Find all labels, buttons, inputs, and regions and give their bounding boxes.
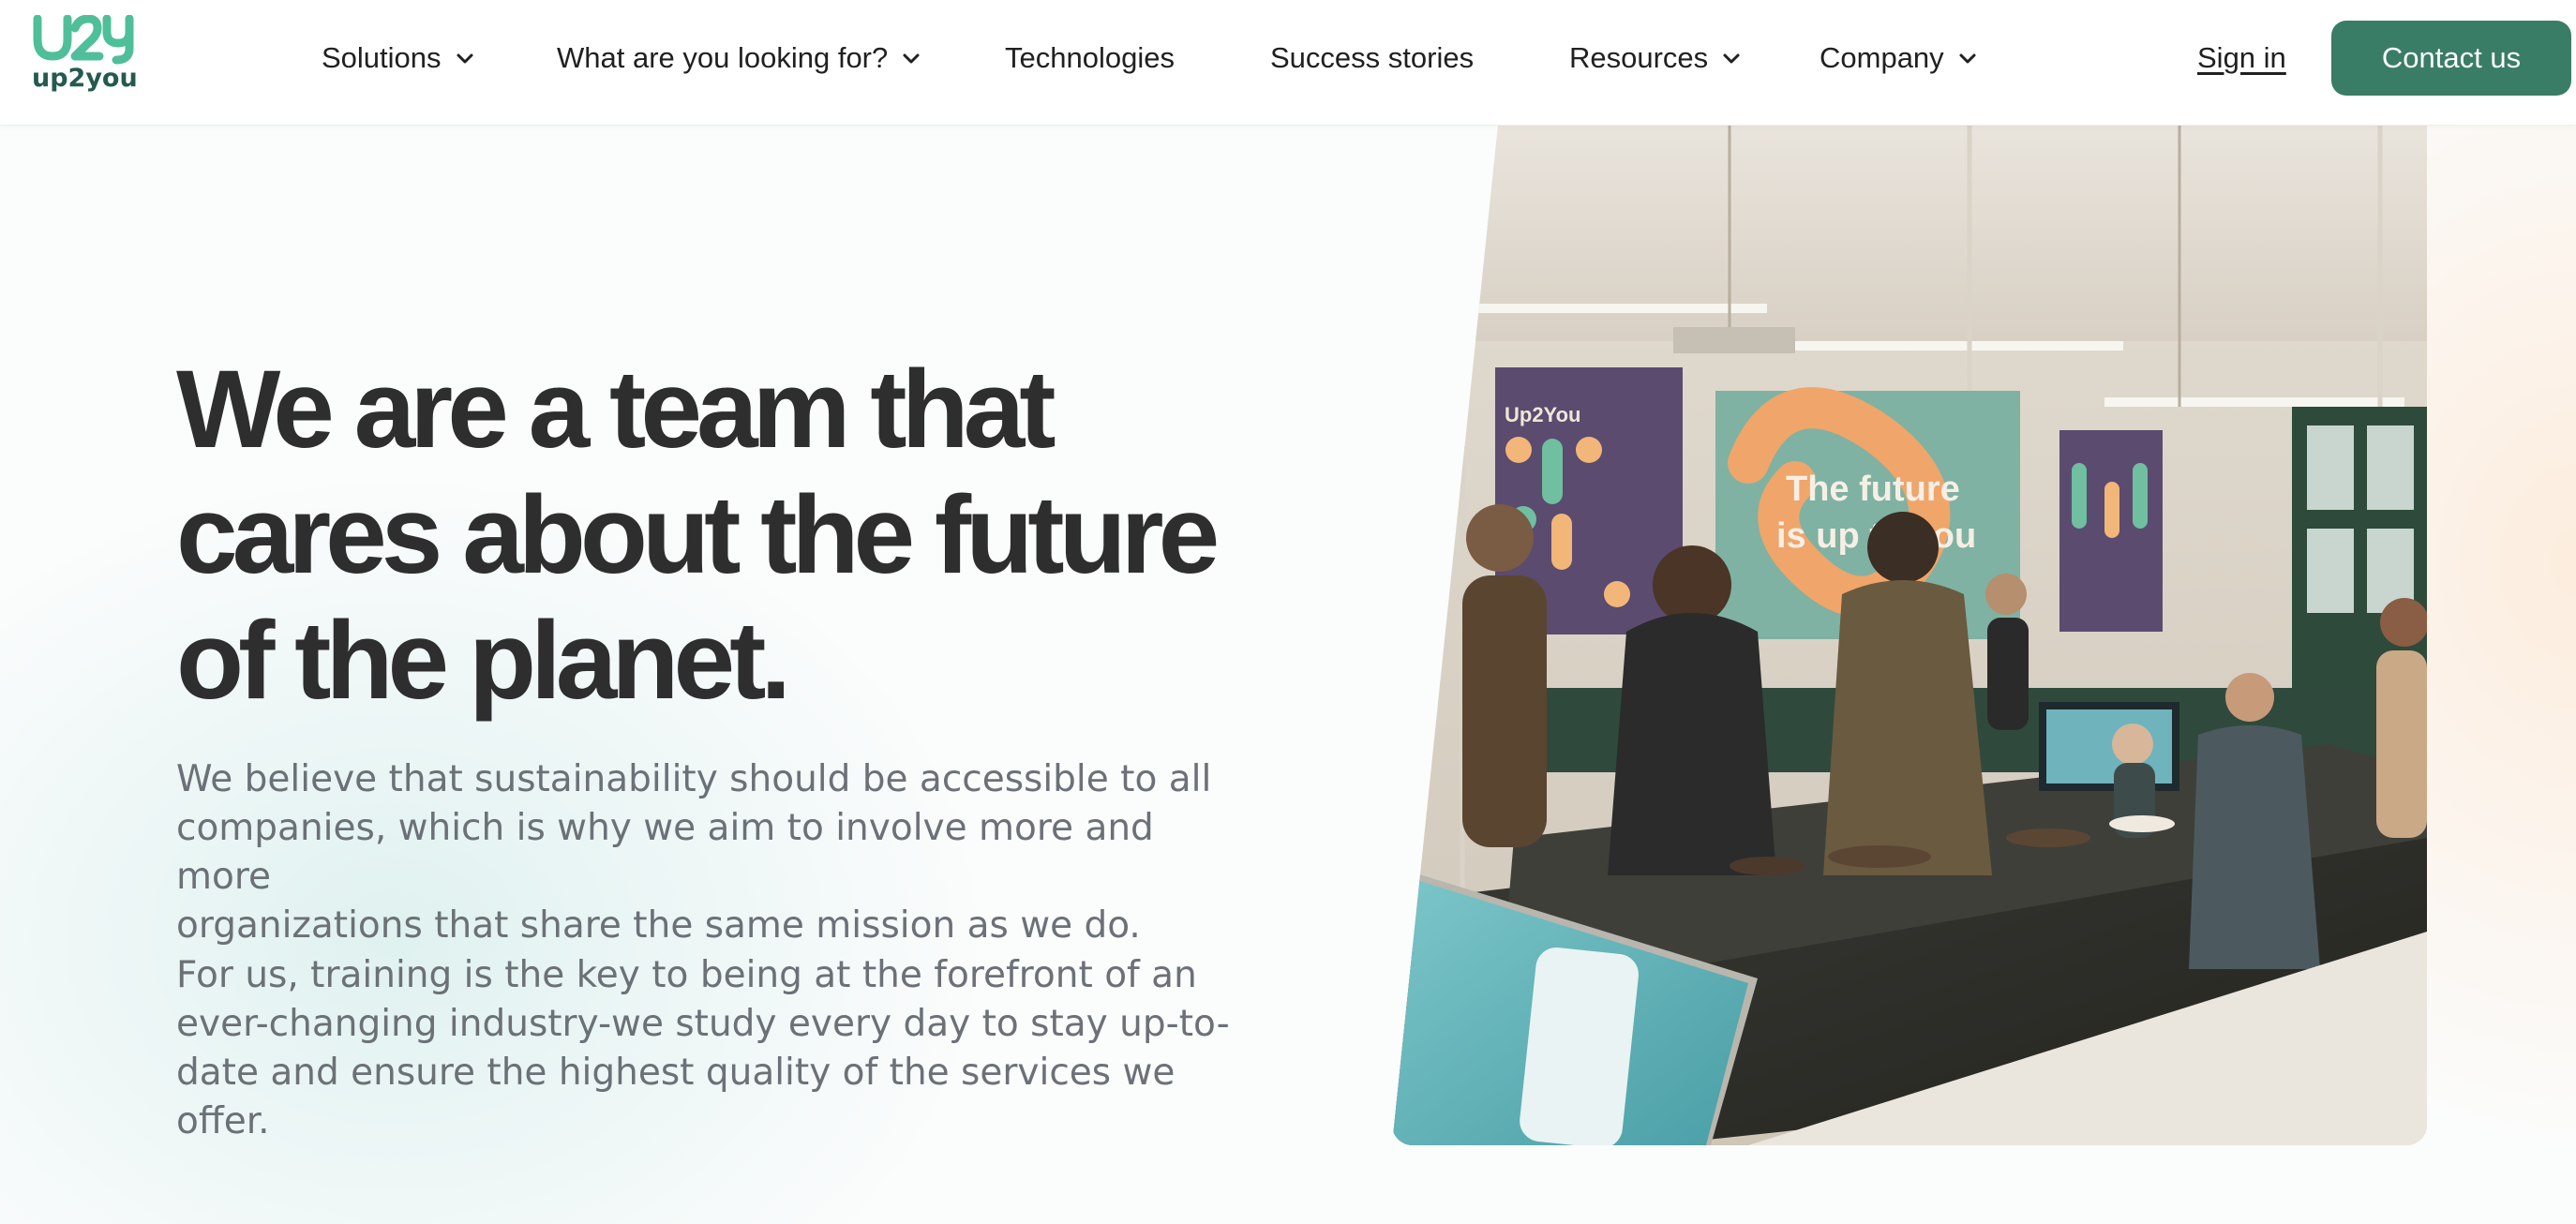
top-navbar: up2you Solutions What are you looking fo… <box>0 0 2576 126</box>
nav-item-technologies[interactable]: Technologies <box>1005 37 1175 79</box>
paragraph-line: offer. <box>176 1100 270 1142</box>
paragraph-line: For us, training is the key to being at … <box>176 954 1197 996</box>
poster-slogan-line: The future <box>1786 470 1960 509</box>
chevron-down-icon <box>1959 53 1976 64</box>
nav-item-label: Solutions <box>322 41 442 74</box>
headline-line: We are a team that <box>176 348 1056 471</box>
nav-item-label: Resources <box>1569 41 1709 74</box>
hero-headline: We are a team that cares about the futur… <box>176 347 1301 724</box>
sign-in-link[interactable]: Sign in <box>2197 37 2286 79</box>
nav-item-what-are-you-looking-for[interactable]: What are you looking for? <box>557 37 921 79</box>
paragraph-line: date and ensure the highest quality of t… <box>176 1052 1176 1094</box>
chevron-down-icon <box>1723 53 1740 64</box>
team-photo: Up2You The future is up to you <box>1392 126 2427 1145</box>
nav-item-label: Success stories <box>1270 41 1475 74</box>
nav-item-company[interactable]: Company <box>1820 37 1978 79</box>
headline-line: of the planet. <box>176 599 791 723</box>
chevron-down-icon <box>457 53 473 64</box>
office-scene-illustration: Up2You The future is up to you <box>1392 126 2427 1145</box>
logo-mark-icon <box>33 15 134 65</box>
paragraph-line: We believe that sustainability should be… <box>176 758 1212 800</box>
hero-paragraph-1: We believe that sustainability should be… <box>176 755 1245 950</box>
poster-brand-text: Up2You <box>1505 403 1580 426</box>
nav-item-label: Company <box>1820 41 1944 74</box>
logo-text: up2you <box>32 64 138 93</box>
headline-line: cares about the future <box>176 473 1220 597</box>
nav-item-label: Technologies <box>1005 41 1175 74</box>
paragraph-line: organizations that share the same missio… <box>176 904 1141 947</box>
nav-item-success-stories[interactable]: Success stories <box>1270 37 1474 79</box>
logo[interactable]: up2you <box>32 15 138 94</box>
nav-item-label: What are you looking for? <box>557 41 889 74</box>
paragraph-line: companies, which is why we aim to involv… <box>176 807 1154 898</box>
chevron-down-icon <box>903 53 920 64</box>
nav-item-resources[interactable]: Resources <box>1569 37 1742 79</box>
hero-paragraph-2: For us, training is the key to being at … <box>176 951 1245 1146</box>
paragraph-line: ever-changing industry-we study every da… <box>176 1003 1230 1045</box>
nav-item-solutions[interactable]: Solutions <box>322 37 475 79</box>
contact-us-button[interactable]: Contact us <box>2331 21 2571 96</box>
